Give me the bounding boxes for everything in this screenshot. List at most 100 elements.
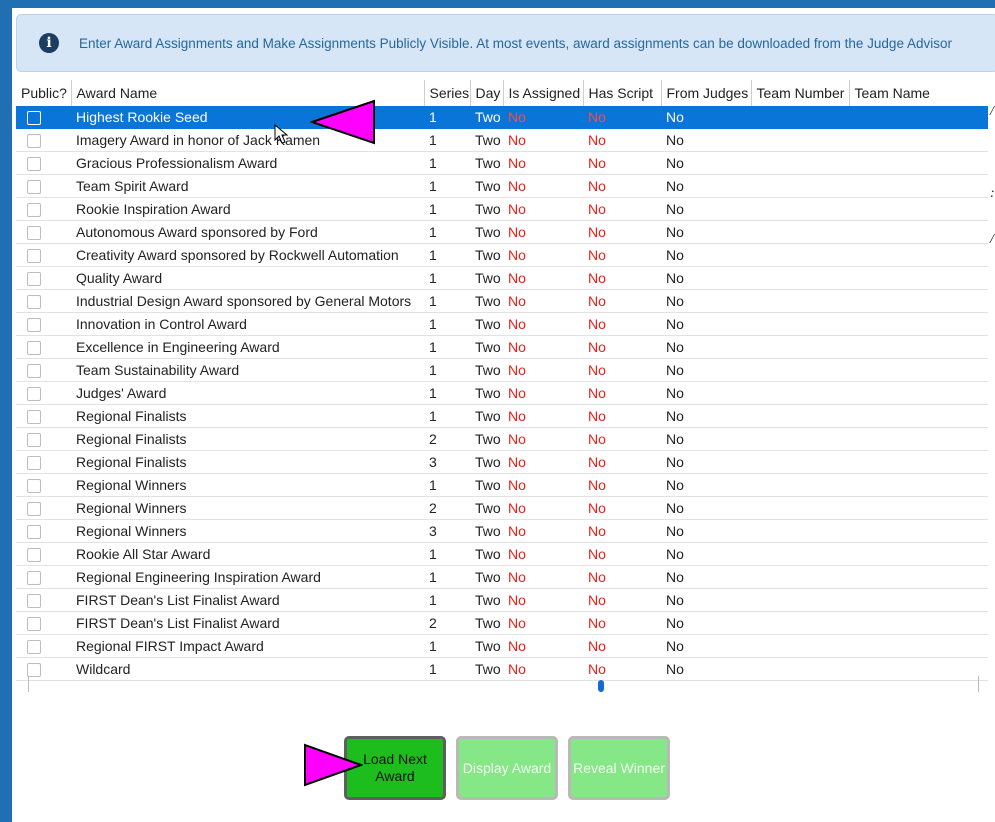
team-number-cell[interactable] [751,151,849,175]
column-header-is-assigned[interactable]: Is Assigned [503,80,584,106]
public-checkbox[interactable] [27,295,41,310]
table-row[interactable]: Autonomous Award sponsored by Ford 1 Two No… [16,220,988,244]
from-judges-cell[interactable]: No [661,611,751,635]
table-row[interactable]: Rookie Inspiration Award 1 Two No No No [16,197,988,221]
is-assigned-cell[interactable]: No [503,335,583,359]
has-script-cell[interactable]: No [583,335,661,359]
team-number-cell[interactable] [751,220,849,244]
from-judges-cell[interactable]: No [661,634,751,658]
from-judges-cell[interactable]: No [661,496,751,520]
table-row[interactable]: Regional Winners 2 Two No No No [16,496,988,520]
series-cell[interactable]: 1 [424,358,470,382]
team-number-cell[interactable] [751,519,849,543]
series-cell[interactable]: 2 [424,427,470,451]
has-script-cell[interactable]: No [583,473,661,497]
table-row[interactable]: Innovation in Control Award 1 Two No No No [16,312,988,336]
public-checkbox[interactable] [27,548,41,563]
award-name-cell[interactable]: Regional Finalists [71,404,424,428]
from-judges-cell[interactable]: No [661,358,751,382]
award-name-cell[interactable]: Industrial Design Award sponsored by Gen… [71,289,424,313]
public-checkbox[interactable] [27,617,41,632]
table-row[interactable]: Gracious Professionalism Award 1 Two No No No [16,151,988,175]
public-checkbox[interactable] [27,111,41,126]
award-name-cell[interactable]: Regional Finalists [71,450,424,474]
from-judges-cell[interactable]: No [661,381,751,405]
team-number-cell[interactable] [751,128,849,152]
team-name-cell[interactable] [849,243,988,267]
is-assigned-cell[interactable]: No [503,427,583,451]
team-number-cell[interactable] [751,106,849,129]
day-cell[interactable]: Two [470,657,503,681]
is-assigned-cell[interactable]: No [503,611,583,635]
public-checkbox[interactable] [27,502,41,517]
from-judges-cell[interactable]: No [661,266,751,290]
public-checkbox[interactable] [27,594,41,609]
team-name-cell[interactable] [849,565,988,589]
series-cell[interactable]: 1 [424,220,470,244]
team-number-cell[interactable] [751,496,849,520]
public-checkbox[interactable] [27,525,41,540]
team-number-cell[interactable] [751,381,849,405]
has-script-cell[interactable]: No [583,588,661,612]
column-header-team-name[interactable]: Team Name [849,80,988,106]
is-assigned-cell[interactable]: No [503,404,583,428]
public-checkbox[interactable] [27,663,41,678]
team-name-cell[interactable] [849,427,988,451]
day-cell[interactable]: Two [470,519,503,543]
series-cell[interactable]: 1 [424,634,470,658]
has-script-cell[interactable]: No [583,519,661,543]
day-cell[interactable]: Two [470,565,503,589]
display-award-button[interactable]: Display Award [456,736,558,800]
scroll-indicator[interactable] [598,680,604,692]
series-cell[interactable]: 1 [424,289,470,313]
award-name-cell[interactable]: Judges' Award [71,381,424,405]
is-assigned-cell[interactable]: No [503,450,583,474]
day-cell[interactable]: Two [470,312,503,336]
series-cell[interactable]: 3 [424,519,470,543]
table-row[interactable]: Regional Finalists 2 Two No No No [16,427,988,451]
award-name-cell[interactable]: Rookie Inspiration Award [71,197,424,221]
team-name-cell[interactable] [849,611,988,635]
day-cell[interactable]: Two [470,634,503,658]
award-name-cell[interactable]: FIRST Dean's List Finalist Award [71,588,424,612]
public-checkbox[interactable] [27,341,41,356]
team-number-cell[interactable] [751,634,849,658]
day-cell[interactable]: Two [470,174,503,198]
has-script-cell[interactable]: No [583,565,661,589]
public-checkbox[interactable] [27,410,41,425]
team-name-cell[interactable] [849,450,988,474]
series-cell[interactable]: 1 [424,174,470,198]
has-script-cell[interactable]: No [583,312,661,336]
series-cell[interactable]: 2 [424,496,470,520]
award-name-cell[interactable]: Regional Winners [71,519,424,543]
team-name-cell[interactable] [849,542,988,566]
day-cell[interactable]: Two [470,496,503,520]
team-name-cell[interactable] [849,358,988,382]
table-row[interactable]: Regional Finalists 3 Two No No No [16,450,988,474]
team-name-cell[interactable] [849,174,988,198]
award-name-cell[interactable]: Creativity Award sponsored by Rockwell A… [71,243,424,267]
day-cell[interactable]: Two [470,542,503,566]
team-number-cell[interactable] [751,473,849,497]
series-cell[interactable]: 1 [424,381,470,405]
public-checkbox[interactable] [27,571,41,586]
award-name-cell[interactable]: Innovation in Control Award [71,312,424,336]
day-cell[interactable]: Two [470,427,503,451]
from-judges-cell[interactable]: No [661,106,751,129]
public-checkbox[interactable] [27,364,41,379]
award-name-cell[interactable]: Excellence in Engineering Award [71,335,424,359]
from-judges-cell[interactable]: No [661,588,751,612]
series-cell[interactable]: 1 [424,128,470,152]
is-assigned-cell[interactable]: No [503,174,583,198]
is-assigned-cell[interactable]: No [503,197,583,221]
public-checkbox[interactable] [27,203,41,218]
series-cell[interactable]: 1 [424,404,470,428]
team-number-cell[interactable] [751,289,849,313]
day-cell[interactable]: Two [470,266,503,290]
public-checkbox[interactable] [27,387,41,402]
public-checkbox[interactable] [27,433,41,448]
has-script-cell[interactable]: No [583,427,661,451]
from-judges-cell[interactable]: No [661,128,751,152]
team-name-cell[interactable] [849,197,988,221]
is-assigned-cell[interactable]: No [503,634,583,658]
